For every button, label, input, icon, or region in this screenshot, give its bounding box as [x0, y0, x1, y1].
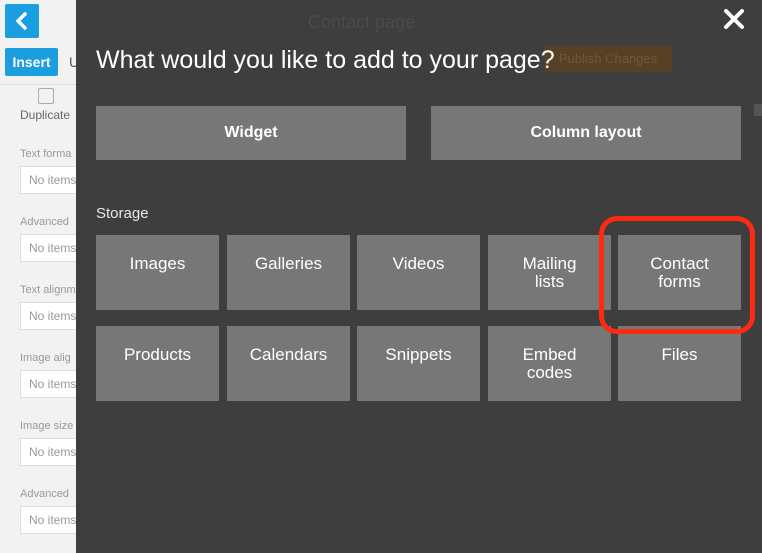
page-title: Contact page	[308, 12, 416, 32]
publish-button: Publish Changes	[544, 46, 672, 72]
field-label: Text alignm	[20, 284, 76, 296]
field-label: Image alig	[20, 352, 71, 364]
tile-files[interactable]: Files	[618, 326, 741, 401]
modal-heading: What would you like to add to your page?	[96, 46, 555, 74]
tile-contact-forms[interactable]: Contact forms	[618, 235, 741, 310]
insert-button[interactable]: Insert	[5, 48, 58, 76]
add-content-modal: Contact page Publish Changes What would …	[76, 0, 762, 553]
tile-mailing-lists[interactable]: Mailing lists	[488, 235, 611, 310]
storage-section-label: Storage	[96, 205, 149, 222]
back-button[interactable]	[5, 4, 39, 38]
chevron-left-icon	[16, 12, 27, 30]
duplicate-button[interactable]: Duplicate	[20, 108, 70, 122]
close-button[interactable]	[721, 6, 747, 32]
close-icon	[724, 9, 744, 29]
field-label: Advanced	[20, 488, 69, 500]
tile-videos[interactable]: Videos	[357, 235, 480, 310]
widget-button[interactable]: Widget	[96, 106, 406, 160]
scrollbar[interactable]	[754, 104, 762, 116]
field-label: Text forma	[20, 148, 72, 160]
tile-snippets[interactable]: Snippets	[357, 326, 480, 401]
field-label: Image size	[20, 420, 74, 432]
field-label: Advanced	[20, 216, 69, 228]
column-layout-button[interactable]: Column layout	[431, 106, 741, 160]
tile-calendars[interactable]: Calendars	[227, 326, 350, 401]
editor-sidebar: Insert U Duplicate Text forma No items s…	[0, 0, 90, 553]
tile-products[interactable]: Products	[96, 326, 219, 401]
tile-images[interactable]: Images	[96, 235, 219, 310]
duplicate-icon	[38, 88, 54, 104]
divider	[0, 84, 80, 85]
tile-galleries[interactable]: Galleries	[227, 235, 350, 310]
tile-embed-codes[interactable]: Embed codes	[488, 326, 611, 401]
